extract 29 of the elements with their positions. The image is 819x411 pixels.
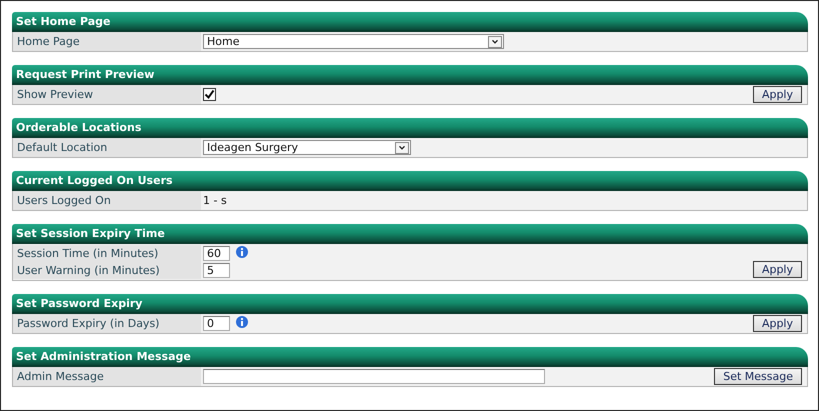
apply-button[interactable]: Apply [752, 315, 802, 332]
input-field[interactable] [203, 369, 545, 384]
section-header: Set Password Expiry [12, 294, 808, 314]
section-header: Request Print Preview [12, 65, 808, 85]
input-field[interactable]: 0 [203, 316, 230, 331]
section-header: Set Home Page [12, 12, 808, 32]
dropdown-field[interactable]: Ideagen Surgery [203, 140, 411, 155]
field-label: Default Location [16, 141, 108, 154]
field-label: Users Logged On [16, 194, 112, 207]
field-label: Home Page [16, 35, 81, 48]
input-field[interactable]: 60 [203, 246, 230, 261]
field-value: 1 - s [203, 194, 227, 207]
input-field[interactable]: 5 [203, 263, 230, 278]
field-label: Session Time (in Minutes) [16, 247, 160, 260]
apply-button[interactable]: Apply [752, 86, 802, 103]
field-label: User Warning (in Minutes) [16, 264, 161, 277]
section-header: Set Session Expiry Time [12, 224, 808, 244]
field-label: Admin Message [16, 370, 105, 383]
field-label: Password Expiry (in Days) [16, 317, 160, 330]
section-header: Current Logged On Users [12, 171, 808, 191]
checkbox[interactable] [203, 88, 216, 101]
apply-button[interactable]: Apply [752, 261, 802, 278]
field-label: Show Preview [16, 88, 94, 101]
apply-button[interactable]: Set Message [714, 368, 802, 385]
section-header: Orderable Locations [12, 118, 808, 138]
caret-icon [395, 142, 409, 154]
section-header: Set Administration Message [12, 347, 808, 367]
caret-icon [488, 36, 502, 48]
dropdown-field[interactable]: Home [203, 34, 504, 49]
